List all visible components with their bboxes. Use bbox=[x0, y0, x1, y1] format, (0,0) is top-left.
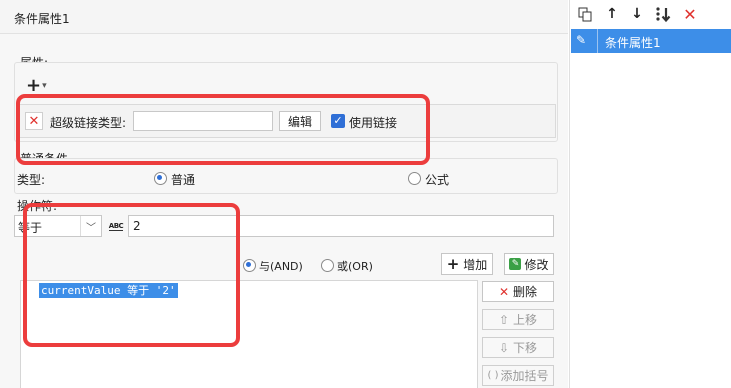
and-radio[interactable] bbox=[243, 259, 256, 272]
modify-condition-label: 修改 bbox=[524, 257, 549, 272]
arrow-up-icon: ⇧ bbox=[498, 312, 510, 327]
or-radio[interactable] bbox=[321, 259, 334, 272]
brackets-icon: ( ) bbox=[487, 370, 499, 381]
item-divider bbox=[597, 29, 598, 53]
type-formula-label: 公式 bbox=[425, 173, 450, 187]
delete-condition-button[interactable]: ✕ 删除 bbox=[482, 281, 554, 302]
selected-condition-label: 条件属性1 bbox=[605, 36, 661, 50]
arrow-down-icon[interactable]: ↓ bbox=[628, 6, 646, 24]
move-up-button[interactable]: ⇧ 上移 bbox=[482, 309, 554, 330]
move-up-label: 上移 bbox=[513, 313, 538, 327]
chevron-down-icon: ▾ bbox=[42, 81, 47, 91]
add-property-button[interactable]: + ▾ bbox=[26, 77, 54, 95]
sort-down-icon[interactable] bbox=[654, 5, 674, 25]
add-brackets-label: 添加括号 bbox=[500, 369, 549, 383]
type-formula-radio[interactable] bbox=[408, 172, 421, 185]
copy-icon[interactable] bbox=[576, 6, 594, 24]
modify-condition-button[interactable]: ✎ 修改 bbox=[504, 253, 554, 275]
type-normal-radio[interactable] bbox=[154, 172, 167, 185]
type-normal-label: 普通 bbox=[171, 173, 196, 187]
arrow-down-icon: ⇩ bbox=[498, 340, 510, 355]
type-label: 类型: bbox=[17, 173, 46, 187]
arrow-up-icon[interactable]: ↑ bbox=[603, 6, 621, 24]
delete-condition-label: 删除 bbox=[513, 285, 538, 299]
add-condition-button[interactable]: + 增加 bbox=[441, 253, 493, 275]
pencil-icon: ✎ bbox=[576, 33, 587, 47]
move-down-button[interactable]: ⇩ 下移 bbox=[482, 337, 554, 358]
highlight-box-condition bbox=[23, 203, 240, 347]
add-condition-label: 增加 bbox=[463, 257, 488, 272]
delete-icon: ✕ bbox=[498, 284, 510, 299]
condition-list-panel bbox=[569, 0, 731, 388]
delete-icon[interactable]: ✕ bbox=[681, 5, 699, 24]
or-label: 或(OR) bbox=[337, 260, 373, 273]
and-label: 与(AND) bbox=[259, 260, 303, 273]
move-down-label: 下移 bbox=[513, 341, 538, 355]
modify-icon: ✎ bbox=[509, 258, 522, 270]
dialog-title-bar bbox=[0, 0, 568, 34]
highlight-box-hyperlink bbox=[16, 94, 430, 165]
dialog-title: 条件属性1 bbox=[14, 12, 70, 26]
plus-icon: + bbox=[446, 255, 460, 273]
add-brackets-button[interactable]: ( ) 添加括号 bbox=[482, 365, 554, 386]
plus-icon: + bbox=[26, 75, 42, 96]
